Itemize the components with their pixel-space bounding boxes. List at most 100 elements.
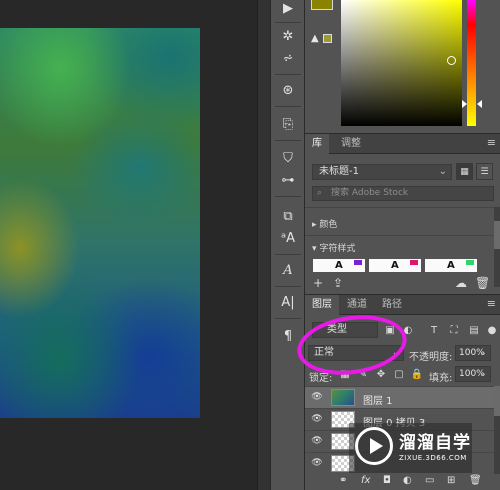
adjustment-filter-icon[interactable]: ◐ [401, 323, 415, 337]
lock-artboard-icon[interactable]: ▢ [393, 368, 405, 380]
lock-transparency-icon[interactable]: ▦ [339, 368, 351, 380]
actions-icon[interactable]: ⧉ [274, 204, 302, 228]
clone-source-icon[interactable]: ⊛ [274, 78, 302, 102]
history-icon[interactable]: ⎘ [274, 112, 302, 136]
layers-scrollbar[interactable] [494, 386, 500, 474]
new-group-icon[interactable]: ▭ [425, 475, 434, 486]
tab-adjustments[interactable]: 调整 [334, 134, 368, 154]
trash-icon[interactable]: 🗑 [475, 276, 490, 290]
strip-divider [275, 254, 301, 255]
cloud-sync-icon[interactable]: ☁ [455, 276, 467, 290]
gamut-warning-icon: ▲ [311, 33, 319, 44]
style-glyph: A [335, 260, 343, 271]
filter-toggle-icon[interactable]: ● [485, 323, 499, 337]
tab-paths[interactable]: 路径 [375, 295, 409, 315]
watermark-play-logo [355, 427, 393, 465]
char-style-item[interactable]: A [313, 259, 365, 272]
character-styles-icon[interactable]: ᵃA [274, 226, 302, 250]
color-panel: ▲ [305, 0, 500, 130]
add-content-icon[interactable]: + [313, 276, 323, 290]
add-mask-icon[interactable]: ◘ [383, 475, 391, 486]
layers-scrollbar-thumb[interactable] [494, 386, 500, 416]
strip-divider [275, 140, 301, 141]
play-icon[interactable]: ▶ [274, 0, 302, 20]
stock-search-placeholder: 搜索 Adobe Stock [331, 188, 409, 198]
style-glyph: A [447, 260, 455, 271]
dock-separator [257, 0, 270, 490]
blend-mode-select[interactable]: 正常 ⌄ [308, 345, 404, 361]
brush-settings-icon[interactable]: ✲ [274, 24, 302, 48]
document-canvas[interactable] [0, 0, 257, 490]
link-layers-icon[interactable]: ⚭ [339, 475, 347, 486]
type-filter-icon[interactable]: T [427, 323, 441, 337]
visibility-eye-icon[interactable]: 👁 [311, 414, 323, 424]
visibility-eye-icon[interactable]: 👁 [311, 436, 323, 446]
char-style-item[interactable]: A [369, 259, 421, 272]
lock-all-icon[interactable]: 🔒 [411, 368, 423, 380]
layer-style-button[interactable]: fx [361, 475, 370, 486]
opacity-label: 不透明度: [409, 352, 453, 363]
chevron-down-icon: ⌄ [391, 347, 400, 358]
library-select[interactable]: 未标题-1 ⌄ [312, 164, 452, 180]
stock-search-input[interactable]: ⌕ 搜索 Adobe Stock [312, 186, 494, 201]
search-icon: ⌕ [317, 188, 323, 198]
watermark-title: 溜溜自学 [399, 433, 471, 453]
color-picker-ring[interactable] [447, 56, 456, 65]
layer-filter-row: 类型 ▣ ◐ T ⛶ ▤ ● [305, 322, 500, 340]
library-select-value: 未标题-1 [319, 166, 359, 177]
hue-slider-handle-left[interactable] [462, 100, 467, 108]
color-field[interactable] [341, 0, 462, 126]
opacity-input[interactable]: 100% ⌄ [455, 345, 491, 361]
panel-icon-strip: ▶ ✲ ⩫ ⊛ ⎘ ⛉ ⊶ ⧉ ᵃA A A| ¶ [270, 0, 304, 490]
paint-bucket-icon[interactable]: ⛉ [274, 146, 302, 170]
chevron-down-icon: ⌄ [479, 348, 487, 358]
fill-input[interactable]: 100% ⌄ [455, 366, 491, 382]
layers-tab-bar: 图层 通道 路径 ≡ [305, 294, 500, 315]
lock-pixels-icon[interactable]: ✎ [357, 368, 369, 380]
colors-section-label: 颜色 [319, 220, 338, 230]
tab-channels[interactable]: 通道 [340, 295, 374, 315]
smart-object-filter-icon[interactable]: ▤ [467, 323, 481, 337]
pixel-filter-icon[interactable]: ▣ [383, 323, 397, 337]
chevron-down-icon: ⌄ [479, 369, 487, 379]
adjustment-layer-icon[interactable]: ◐ [403, 475, 412, 486]
foreground-color-swatch[interactable] [311, 0, 333, 10]
adjust-icon[interactable]: ⊶ [274, 168, 302, 192]
style-glyph: A [391, 260, 399, 271]
visibility-eye-icon[interactable]: 👁 [311, 392, 323, 402]
char-style-item[interactable]: A [425, 259, 477, 272]
hue-slider[interactable] [467, 0, 476, 126]
strip-divider [275, 74, 301, 75]
library-scrollbar-thumb[interactable] [494, 221, 500, 249]
visibility-eye-icon[interactable]: 👁 [311, 458, 323, 468]
tab-layers[interactable]: 图层 [305, 295, 339, 315]
paragraph-panel-icon[interactable]: A| [274, 290, 302, 314]
grid-view-button[interactable]: ▦ [456, 163, 473, 180]
upload-icon[interactable]: ⇪ [333, 276, 343, 290]
paragraph-styles-icon[interactable]: ¶ [274, 324, 302, 348]
tab-libraries[interactable]: 库 [305, 134, 329, 154]
divider [305, 207, 495, 208]
canvas-image[interactable] [0, 28, 200, 418]
list-view-button[interactable]: ☰ [476, 163, 493, 180]
library-scrollbar[interactable] [494, 207, 500, 287]
char-styles-section-header[interactable]: ▾ 字符样式 [312, 241, 355, 254]
lock-label: 锁定: [309, 373, 333, 384]
delete-layer-icon[interactable]: 🗑 [469, 475, 482, 486]
colors-section-header[interactable]: ▸ 颜色 [312, 217, 337, 230]
gamut-warning-swatch[interactable] [323, 34, 332, 43]
new-layer-icon[interactable]: ⊞ [447, 475, 455, 486]
chevron-down-icon: ⌄ [438, 166, 447, 177]
layer-thumbnail [331, 389, 355, 406]
strip-divider [275, 106, 301, 107]
lock-position-icon[interactable]: ✥ [375, 368, 387, 380]
brush-presets-icon[interactable]: ⩫ [274, 46, 302, 70]
layer-row[interactable]: 👁 图层 1 [305, 386, 495, 408]
character-panel-icon[interactable]: A [274, 258, 302, 282]
filter-kind-select[interactable]: 类型 [312, 322, 378, 338]
panel-menu-icon[interactable]: ≡ [487, 137, 496, 148]
hue-slider-handle-right[interactable] [477, 100, 482, 108]
panel-menu-icon[interactable]: ≡ [487, 298, 496, 309]
style-color-bar [410, 260, 418, 265]
shape-filter-icon[interactable]: ⛶ [447, 323, 461, 337]
